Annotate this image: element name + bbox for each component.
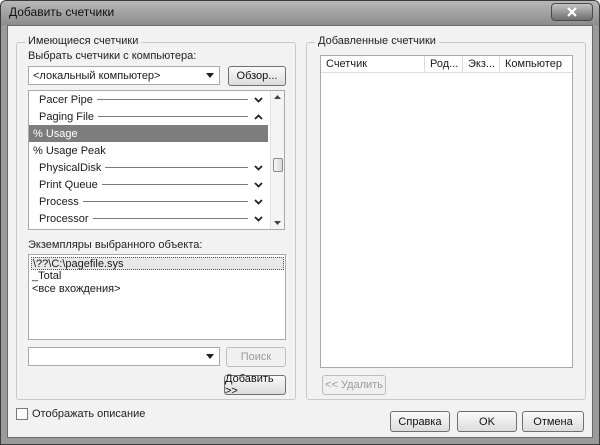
column-header-counter[interactable]: Счетчик xyxy=(321,56,425,73)
column-header-instance[interactable]: Экз... xyxy=(463,56,500,73)
counter-item[interactable]: % Usage Peak xyxy=(29,142,268,159)
counters-scrollbar[interactable] xyxy=(270,91,284,229)
added-counters-table[interactable]: Счетчик Род... Экз... Компьютер xyxy=(320,55,573,368)
cancel-button-label: Отмена xyxy=(533,415,573,428)
help-button[interactable]: Справка xyxy=(390,411,450,432)
list-item[interactable]: \??\C:\pagefile.sys xyxy=(31,257,284,270)
list-item[interactable]: _Total xyxy=(31,270,61,283)
dropdown-arrow-icon xyxy=(203,68,217,83)
scroll-thumb[interactable] xyxy=(273,158,283,172)
chevron-down-icon[interactable] xyxy=(252,162,264,174)
counter-item[interactable]: % Usage xyxy=(29,125,268,142)
column-header-computer[interactable]: Компьютер xyxy=(500,56,574,73)
counter-category[interactable]: Pacer Pipe xyxy=(29,91,268,108)
category-rule xyxy=(98,116,248,117)
scroll-up-icon[interactable] xyxy=(271,91,284,103)
table-header: Счетчик Род... Экз... Компьютер xyxy=(321,56,572,73)
available-counters-title: Имеющиеся счетчики xyxy=(25,35,142,47)
add-button-label: Добавить >> xyxy=(225,373,274,397)
column-header-parent[interactable]: Род... xyxy=(425,56,463,73)
category-rule xyxy=(101,184,248,185)
category-rule xyxy=(92,218,248,219)
counter-category[interactable]: Processor xyxy=(29,210,268,227)
counter-label: Print Queue xyxy=(39,178,98,191)
counter-label: Processor xyxy=(39,212,89,225)
remove-button-label: << Удалить xyxy=(325,379,383,391)
dialog-body: Имеющиеся счетчики Выбрать счетчики с ко… xyxy=(7,25,593,438)
ok-button-label: OK xyxy=(479,415,495,428)
title-bar[interactable]: Добавить счетчики xyxy=(1,1,599,25)
search-button-label: Поиск xyxy=(240,351,272,363)
category-rule xyxy=(96,99,248,100)
counter-label: Process xyxy=(39,195,79,208)
cancel-button[interactable]: Отмена xyxy=(522,411,584,432)
counter-category[interactable]: Print Queue xyxy=(29,176,268,193)
browse-button[interactable]: Обзор... xyxy=(228,66,286,86)
computer-select[interactable]: <локальный компьютер> xyxy=(28,66,220,85)
chevron-down-icon[interactable] xyxy=(252,213,264,225)
counters-list[interactable]: Pacer Pipe Paging File % Usage % Usage Peak… xyxy=(28,90,285,230)
counter-label: Paging File xyxy=(39,110,95,123)
counter-label: % Usage Peak xyxy=(33,144,106,157)
chevron-down-icon[interactable] xyxy=(252,196,264,208)
scroll-down-icon[interactable] xyxy=(271,217,284,229)
show-description-checkbox[interactable] xyxy=(16,408,28,420)
help-button-label: Справка xyxy=(398,415,442,428)
chevron-down-icon[interactable] xyxy=(252,94,264,106)
ok-button[interactable]: OK xyxy=(457,411,517,432)
counter-category[interactable]: Paging File xyxy=(29,108,268,125)
remove-button[interactable]: << Удалить xyxy=(322,375,386,395)
close-icon xyxy=(567,7,577,17)
show-description-label[interactable]: Отображать описание xyxy=(32,408,145,420)
counter-label: % Usage xyxy=(33,127,78,140)
add-counters-dialog: Добавить счетчики Имеющиеся счетчики Выб… xyxy=(0,0,600,445)
instances-list[interactable]: \??\C:\pagefile.sys _Total <все вхождени… xyxy=(28,254,286,340)
category-rule xyxy=(105,167,248,168)
search-input[interactable] xyxy=(28,347,220,366)
added-counters-title: Добавленные счетчики xyxy=(315,35,439,47)
computer-label: Выбрать счетчики с компьютера: xyxy=(28,50,197,62)
category-rule xyxy=(82,201,248,202)
instances-label: Экземпляры выбранного объекта: xyxy=(28,239,203,251)
window-title: Добавить счетчики xyxy=(9,5,115,19)
counter-label: Pacer Pipe xyxy=(39,93,93,106)
dropdown-arrow-icon xyxy=(203,349,217,364)
counter-label: PhysicalDisk xyxy=(39,161,102,174)
chevron-up-icon[interactable] xyxy=(252,111,264,123)
counter-category[interactable]: Process xyxy=(29,193,268,210)
close-button[interactable] xyxy=(551,3,593,21)
computer-select-value: <локальный компьютер> xyxy=(33,69,161,82)
search-button[interactable]: Поиск xyxy=(226,347,286,367)
add-button[interactable]: Добавить >> xyxy=(224,373,286,397)
list-item[interactable]: <все вхождения> xyxy=(31,283,121,296)
chevron-down-icon[interactable] xyxy=(252,179,264,191)
counter-category[interactable]: PhysicalDisk xyxy=(29,159,268,176)
browse-button-label: Обзор... xyxy=(236,70,278,82)
